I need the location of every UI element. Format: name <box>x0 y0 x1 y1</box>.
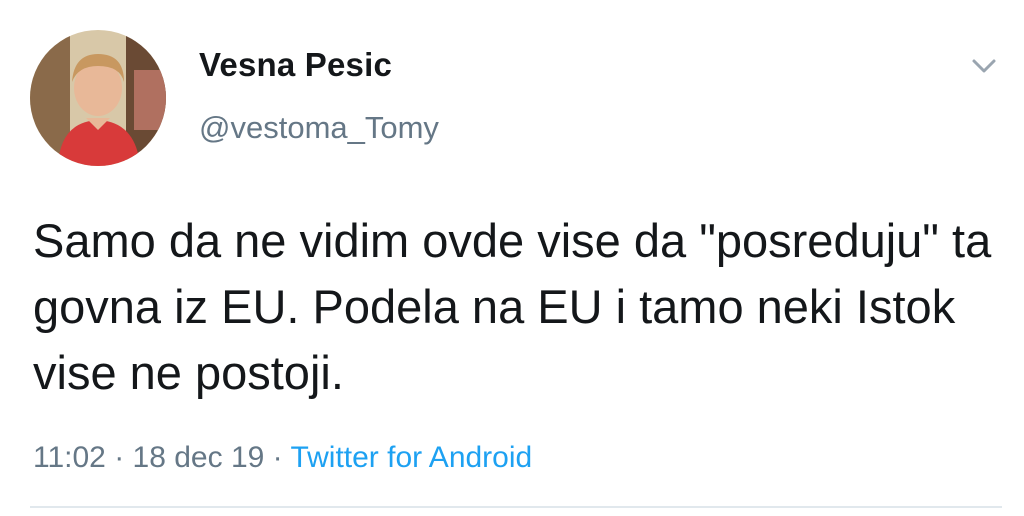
chevron-down-icon[interactable] <box>966 52 1002 80</box>
author-display-name[interactable]: Vesna Pesic <box>199 46 392 84</box>
tweet-source-link[interactable]: Twitter for Android <box>290 441 532 474</box>
avatar[interactable] <box>30 30 166 166</box>
author-handle[interactable]: @vestoma_Tomy <box>199 110 439 146</box>
meta-separator: · <box>105 441 133 474</box>
tweet-meta: 11:02 · 18 dec 19 · Twitter for Android <box>33 441 532 475</box>
meta-separator: · <box>264 441 291 474</box>
tweet-card: Vesna Pesic @vestoma_Tomy Samo da ne vid… <box>0 0 1024 516</box>
tweet-text: Samo da ne vidim ovde vise da "posreduju… <box>33 214 992 399</box>
tweet-date[interactable]: 18 dec 19 <box>133 441 265 474</box>
divider <box>30 506 1002 508</box>
tweet-time[interactable]: 11:02 <box>33 441 106 474</box>
